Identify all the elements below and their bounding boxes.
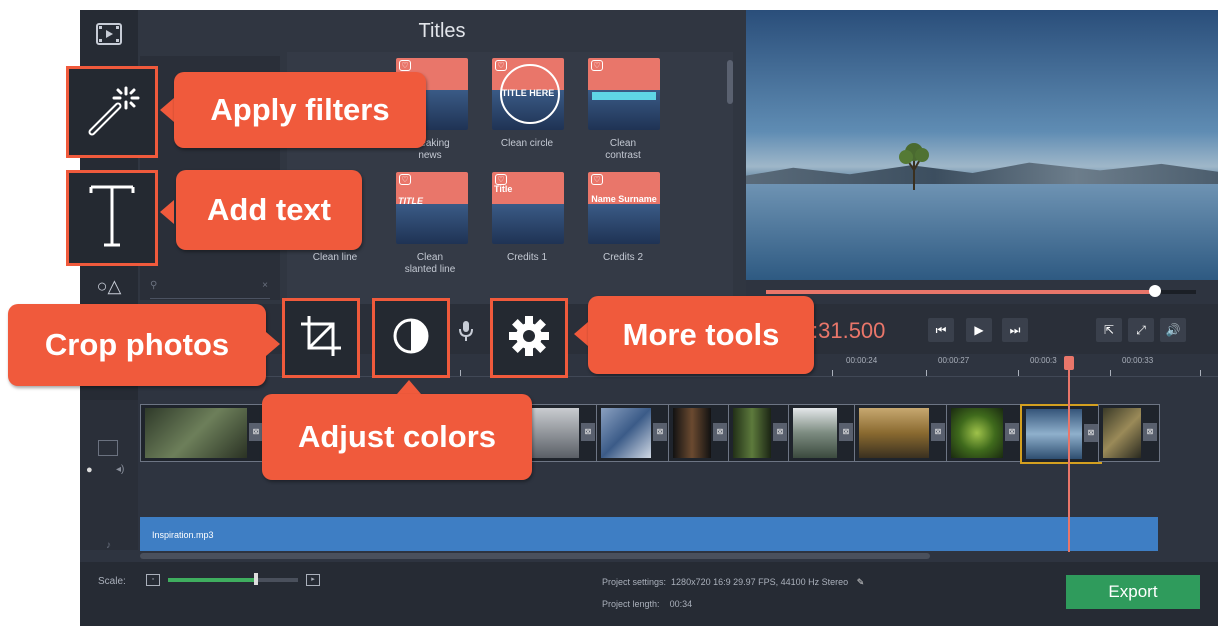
horizontal-scrollbar[interactable]: [140, 553, 930, 559]
selected-video-clip[interactable]: ⊠: [1020, 404, 1102, 464]
callout-more-tools: More tools: [588, 296, 814, 374]
zoom-in-icon[interactable]: ▸: [306, 574, 320, 586]
callout-adjust-colors: Adjust colors: [262, 394, 532, 480]
timecode: :31.500: [812, 318, 886, 343]
title-thumbnail[interactable]: ♡ Name Surname: [588, 172, 660, 244]
video-clip[interactable]: ⊠: [1098, 404, 1160, 462]
volume-icon[interactable]: 🔊: [1160, 318, 1186, 342]
playhead-handle[interactable]: [1064, 356, 1074, 370]
thumbnail-caption: Clean slanted line: [404, 252, 456, 275]
video-preview: [746, 10, 1218, 280]
project-settings-label: Project settings:: [602, 577, 667, 587]
callout-crop-photos: Crop photos: [8, 304, 266, 386]
video-clip[interactable]: ⊠: [728, 404, 790, 462]
scale-slider-fill: [168, 578, 257, 582]
video-clip[interactable]: ⊠: [788, 404, 856, 462]
preview-progress-fill: [766, 290, 1155, 294]
title-thumbnail[interactable]: ♡ Title: [492, 172, 564, 244]
audio-track-icon: ♪: [106, 540, 111, 551]
export-small-icon[interactable]: ⇱: [1096, 318, 1122, 342]
thumbnail-caption: Clean contrast: [605, 138, 641, 161]
project-settings-value: 1280x720 16:9 29.97 FPS, 44100 Hz Stereo: [671, 577, 849, 587]
video-clip[interactable]: ⊠: [596, 404, 670, 462]
media-tab[interactable]: [80, 10, 138, 62]
search-icon: ⚲: [150, 280, 158, 291]
clear-icon[interactable]: ×: [262, 280, 268, 291]
track-controls: ● ◂) ♪: [80, 400, 138, 551]
scale-label: Scale:: [98, 576, 126, 587]
preview-progress-knob[interactable]: [1148, 285, 1161, 297]
title-thumbnail[interactable]: ♡: [588, 58, 660, 130]
crop-button[interactable]: [282, 298, 360, 378]
play-icon[interactable]: ▶: [966, 318, 992, 342]
color-adjust-button[interactable]: [372, 298, 450, 378]
playhead[interactable]: [1068, 356, 1070, 552]
transition-icon[interactable]: ⊠: [249, 423, 263, 441]
title-thumbnail[interactable]: ♡ TITLE HERE: [492, 58, 564, 130]
video-clip[interactable]: ⊠: [140, 404, 266, 462]
thumbnail-caption: Credits 2: [602, 252, 643, 263]
title-thumbnail[interactable]: ♡ TITLE: [396, 172, 468, 244]
video-track-icon: [98, 440, 118, 456]
ruler-label: 00:00:24: [846, 356, 878, 365]
project-length-value: 00:34: [669, 599, 693, 609]
skip-back-icon[interactable]: ⏮: [928, 318, 954, 342]
callout-add-text: Add text: [176, 170, 362, 250]
thumbnail-caption: Credits 1: [506, 252, 547, 263]
microphone-icon[interactable]: [458, 320, 474, 347]
zoom-out-icon[interactable]: ▫: [146, 574, 160, 586]
project-length-label: Project length:: [602, 599, 660, 609]
project-settings: Project settings: 1280x720 16:9 29.97 FP…: [602, 577, 864, 588]
tree-image: [899, 143, 929, 190]
export-button[interactable]: Export: [1066, 575, 1200, 609]
magic-wand-icon: [82, 80, 142, 145]
audio-filename: Inspiration.mp3: [152, 530, 214, 540]
ruler-label: 00:00:3: [1030, 356, 1057, 365]
thumbnail-caption: Clean circle: [500, 138, 554, 149]
titles-button[interactable]: [66, 170, 158, 266]
skip-forward-icon[interactable]: ⏭: [1002, 318, 1028, 342]
audio-clip[interactable]: [140, 517, 1158, 551]
ruler-label: 00:00:27: [938, 356, 970, 365]
callout-apply-filters: Apply filters: [174, 72, 426, 148]
vertical-scrollbar[interactable]: [727, 60, 733, 104]
shapes-icon: ○△: [96, 275, 122, 296]
pencil-icon[interactable]: ✎: [857, 577, 865, 587]
color-adjust-icon: [391, 316, 431, 361]
project-length: Project length: 00:34: [602, 599, 692, 609]
video-clip[interactable]: ⊠: [668, 404, 730, 462]
more-tools-button[interactable]: [490, 298, 568, 378]
panel-title: Titles: [418, 20, 466, 42]
mute-icon[interactable]: ◂): [116, 464, 124, 475]
visibility-icon[interactable]: ●: [86, 464, 93, 476]
scale-slider-knob[interactable]: [254, 573, 259, 585]
filters-button[interactable]: [66, 66, 158, 158]
video-clip[interactable]: ⊠: [946, 404, 1022, 462]
thumbnail-caption: Clean line: [312, 252, 358, 263]
ruler-label: 00:00:33: [1122, 356, 1154, 365]
favorite-icon[interactable]: ♡: [399, 60, 411, 71]
gear-icon: [507, 314, 551, 363]
film-icon: [96, 22, 122, 50]
crop-icon: [299, 314, 343, 363]
fullscreen-icon[interactable]: ⤢: [1128, 318, 1154, 342]
video-clip[interactable]: ⊠: [854, 404, 948, 462]
search-input[interactable]: ⚲ ×: [150, 280, 270, 299]
text-icon: [87, 183, 137, 254]
bottom-bar: [80, 562, 1218, 626]
